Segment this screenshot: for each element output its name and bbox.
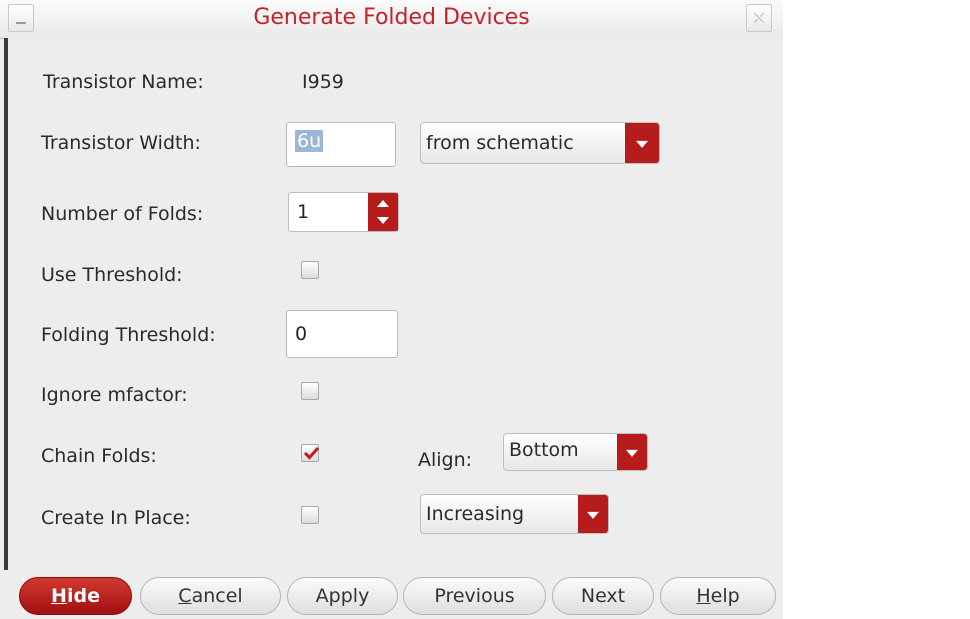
chevron-down-icon[interactable] [617,434,647,470]
checkmark-icon [303,446,320,460]
cancel-button[interactable]: Cancel [140,577,281,615]
folding-threshold-input[interactable]: 0 [286,310,398,358]
width-source-dropdown[interactable]: from schematic [420,122,660,164]
title-bar[interactable]: Generate Folded Devices ⛌ [0,0,783,39]
width-source-selected: from schematic [426,132,574,154]
folding-threshold-label: Folding Threshold: [41,324,216,346]
form-panel: Transistor Name: I959 Transistor Width: … [8,38,783,570]
ignore-mfactor-label: Ignore mfactor: [41,384,188,406]
previous-button[interactable]: Previous [403,577,546,615]
chain-folds-label: Chain Folds: [41,445,157,467]
number-of-folds-value: 1 [297,201,310,223]
window-title: Generate Folded Devices [253,5,530,30]
number-of-folds-label: Number of Folds: [41,203,204,225]
transistor-width-value: 6u [295,130,324,152]
align-selected: Bottom [509,439,579,462]
transistor-width-input[interactable]: 6u [286,122,396,167]
use-threshold-label: Use Threshold: [41,264,183,286]
create-in-place-label: Create In Place: [41,507,191,529]
stepper-arrows-icon[interactable] [368,193,398,231]
dialog-window: Generate Folded Devices ⛌ Transistor Nam… [0,0,783,619]
align-dropdown[interactable]: Bottom [503,433,648,471]
close-icon[interactable]: ⛌ [746,4,772,32]
transistor-width-label: Transistor Width: [41,132,201,154]
apply-button[interactable]: Apply [287,577,398,615]
next-button[interactable]: Next [552,577,654,615]
create-in-place-checkbox[interactable] [301,506,319,524]
help-button[interactable]: Help [660,577,776,615]
chevron-down-icon[interactable] [578,495,608,533]
number-of-folds-stepper[interactable]: 1 [288,192,399,232]
hide-button[interactable]: Hide [19,577,132,615]
use-threshold-checkbox[interactable] [301,261,319,279]
chain-folds-checkbox[interactable] [301,444,320,462]
ignore-mfactor-checkbox[interactable] [301,382,319,400]
order-dropdown[interactable]: Increasing [420,494,609,534]
align-label: Align: [418,449,473,471]
chevron-down-icon[interactable] [625,123,659,163]
button-bar: Hide Cancel Apply Previous Next Help [0,570,783,619]
transistor-name-label: Transistor Name: [43,71,204,93]
order-selected: Increasing [426,503,525,525]
transistor-name-value: I959 [302,71,344,93]
